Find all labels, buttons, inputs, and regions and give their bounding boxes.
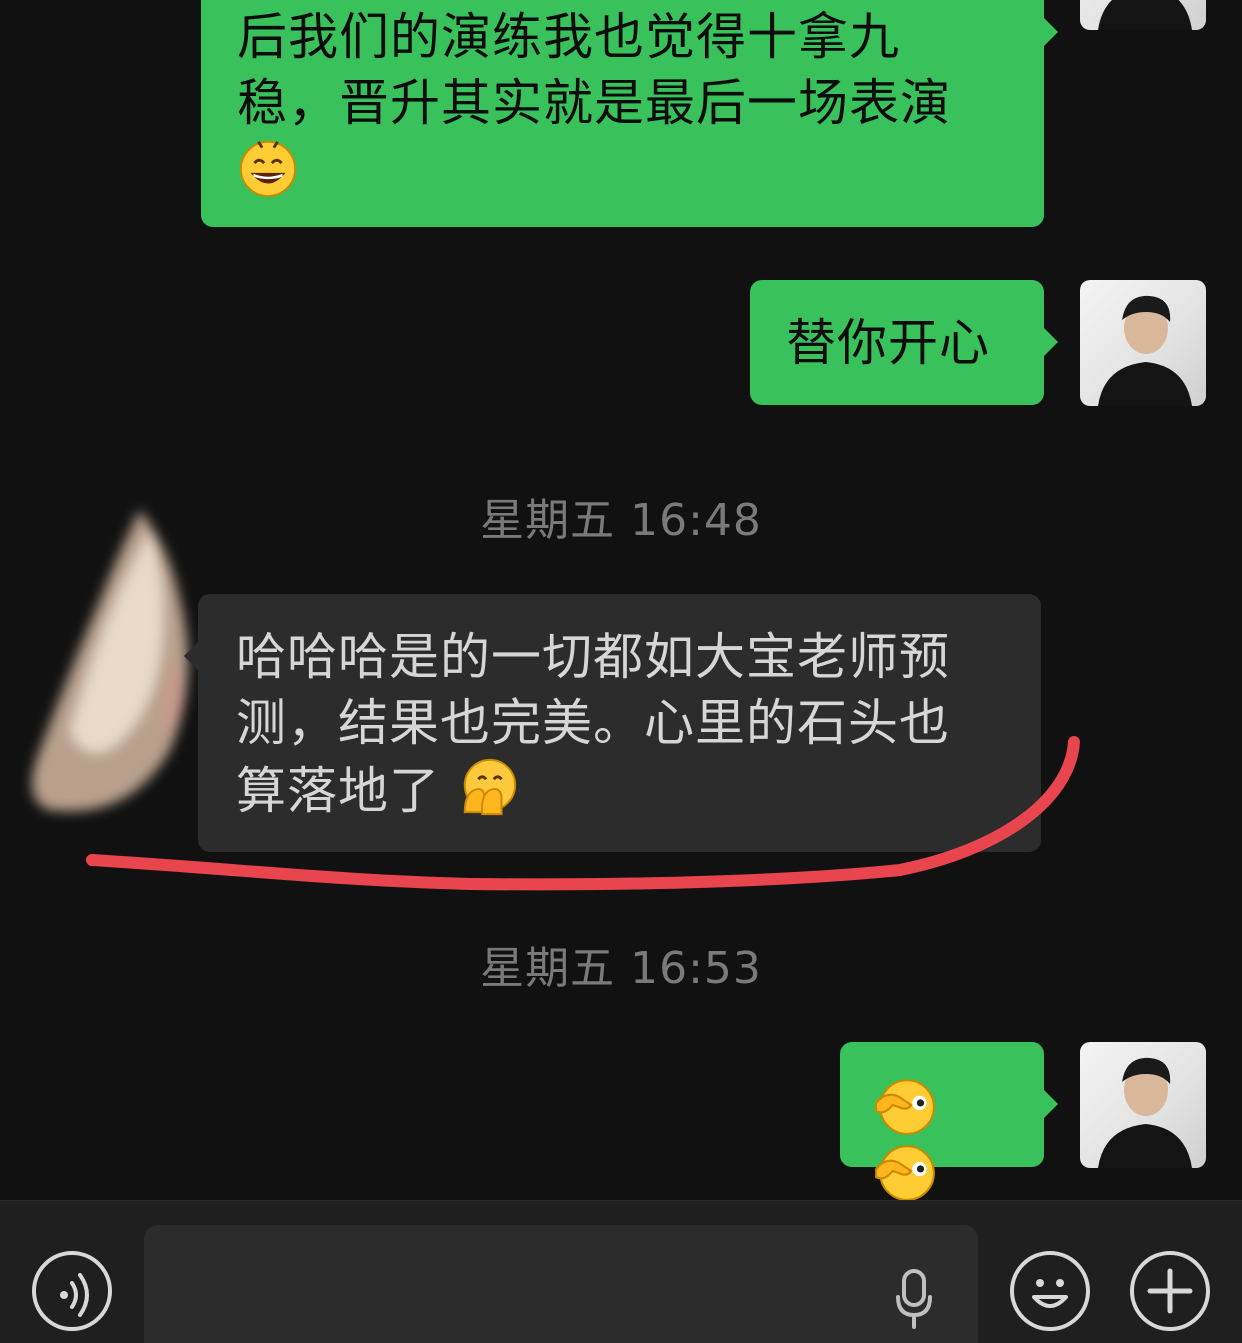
my-avatar[interactable] (1080, 280, 1206, 406)
microphone-icon[interactable] (894, 1269, 934, 1329)
message-text-line: 后我们的演练我也觉得十拿九 (237, 8, 900, 66)
my-avatar[interactable] (1080, 0, 1206, 30)
timestamp: 星期五 16:53 (480, 943, 762, 994)
my-message-bubble[interactable]: 替你开心 (750, 280, 1058, 405)
my-message-bubble[interactable]: 后我们的演练我也觉得十拿九 稳，晋升其实就是最后一场表演 (201, 0, 1058, 227)
peeking-face-emoji (875, 1079, 935, 1135)
emoji-face-icon[interactable] (1010, 1251, 1090, 1331)
my-message-bubble[interactable] (840, 1042, 1058, 1201)
message-input[interactable] (144, 1225, 978, 1343)
message-text: 替你开心 (786, 314, 990, 372)
red-underline-annotation (86, 736, 1080, 891)
peeking-face-emoji (875, 1145, 935, 1201)
grinning-sweat-emoji (239, 140, 297, 198)
message-text-line: 哈哈哈是的一切都如大宝老师预 (236, 628, 950, 686)
voice-mode-icon[interactable] (32, 1251, 112, 1331)
input-bar (0, 1200, 1242, 1343)
plus-icon[interactable] (1130, 1251, 1210, 1331)
my-avatar[interactable] (1080, 1042, 1206, 1168)
message-text-line: 稳，晋升其实就是最后一场表演 (237, 74, 951, 132)
chat-history[interactable]: 后我们的演练我也觉得十拿九 稳，晋升其实就是最后一场表演 替你开心 星期五 16… (0, 0, 1242, 1201)
